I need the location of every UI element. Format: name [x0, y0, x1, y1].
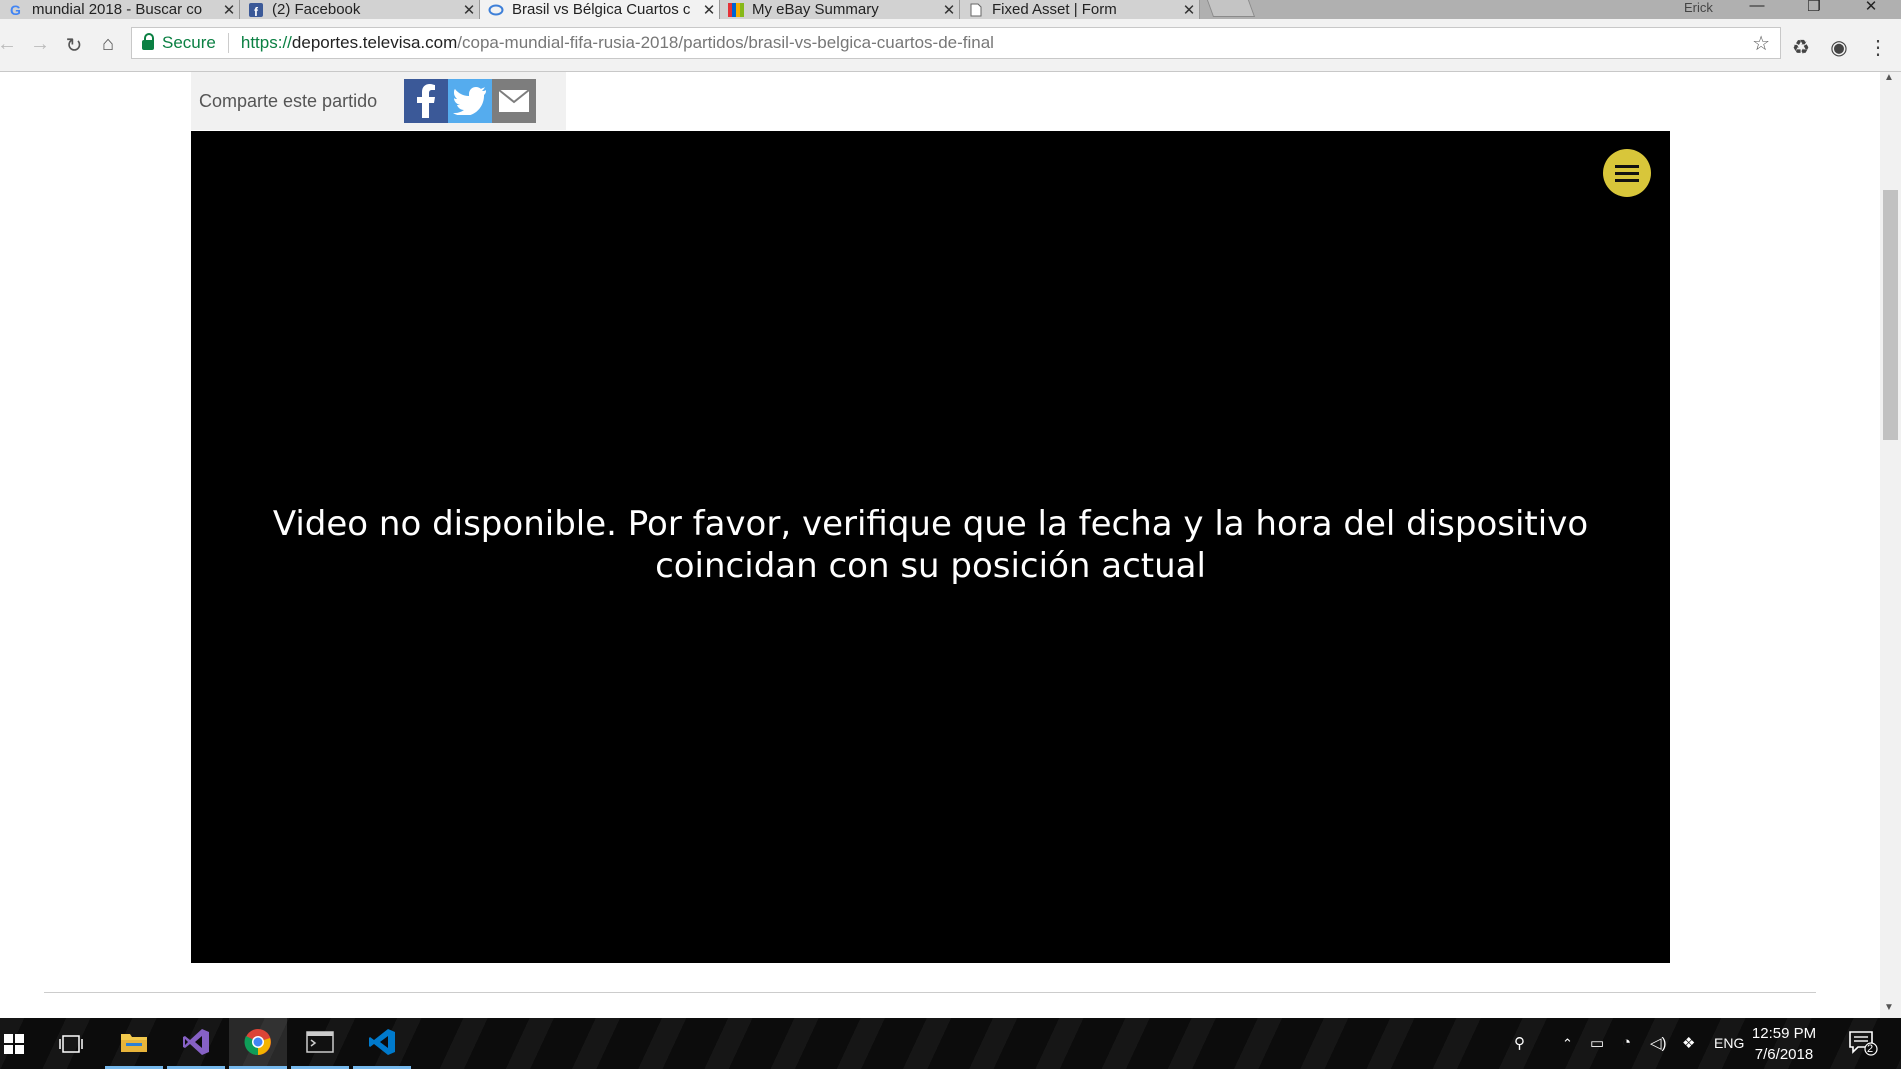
close-tab-icon[interactable]: ✕: [219, 1, 239, 19]
menu-line: [1615, 171, 1639, 175]
action-center-button[interactable]: 2: [1848, 1030, 1878, 1061]
menu-line: [1615, 178, 1639, 182]
bookmark-star-icon[interactable]: ☆: [1752, 31, 1770, 56]
tab-google-search[interactable]: G mundial 2018 - Buscar co ✕: [0, 0, 240, 19]
people-icon[interactable]: ⚲: [1514, 1034, 1525, 1052]
facebook-share-button[interactable]: [404, 79, 448, 123]
forward-icon[interactable]: →: [27, 33, 53, 56]
notification-icon: [1849, 1031, 1878, 1056]
close-tab-icon[interactable]: ✕: [939, 1, 959, 19]
secure-label: Secure: [162, 33, 216, 52]
divider: [227, 33, 229, 53]
twitter-icon: [453, 87, 486, 115]
restore-icon[interactable]: ❐: [1799, 0, 1829, 15]
task-view-button[interactable]: [42, 1018, 100, 1069]
tab-title: (2) Facebook: [272, 1, 361, 18]
task-view-icon: [59, 1034, 83, 1053]
facebook-icon: [417, 84, 435, 118]
windows-logo-icon: [4, 1033, 24, 1054]
document-icon: [968, 2, 984, 18]
terminal-button[interactable]: [291, 1018, 349, 1069]
tab-title: Brasil vs Bélgica Cuartos c: [512, 1, 691, 18]
menu-line: [1615, 164, 1639, 168]
tab-fixed-asset[interactable]: Fixed Asset | Form ✕: [960, 0, 1200, 19]
volume-icon[interactable]: ◁): [1650, 1034, 1667, 1052]
clock-time: 12:59 PM: [1751, 1025, 1817, 1042]
profile-name[interactable]: Erick: [1684, 0, 1713, 15]
vscode-icon: [369, 1029, 395, 1055]
clock[interactable]: 12:59 PM 7/6/2018: [1744, 1023, 1824, 1065]
twitter-share-button[interactable]: [448, 79, 492, 123]
scrollbar-thumb[interactable]: [1883, 190, 1898, 440]
share-bar: Comparte este partido: [191, 72, 566, 130]
minimize-icon[interactable]: —: [1742, 0, 1772, 14]
tab-ebay[interactable]: My eBay Summary ✕: [720, 0, 960, 19]
notification-count: 2: [1867, 1043, 1874, 1055]
tab-title: Fixed Asset | Form: [992, 1, 1117, 18]
dropbox-icon[interactable]: ❖: [1682, 1034, 1695, 1052]
battery-icon[interactable]: ▭: [1590, 1034, 1604, 1052]
home-icon[interactable]: ⌂: [95, 33, 121, 56]
windows-taskbar: ⚲ ⌃ ▭ ◔ ◁) ❖ ENG 12:59 PM 7/6/2018 2: [0, 1018, 1901, 1069]
vscode-button[interactable]: [353, 1018, 411, 1069]
file-explorer-button[interactable]: [105, 1018, 163, 1069]
google-icon: G: [8, 2, 24, 18]
lock-icon: [142, 33, 154, 50]
address-bar[interactable]: Secure https://deportes.televisa.com/cop…: [131, 27, 1781, 59]
browser-toolbar: ← → ↻ ⌂ Secure https://deportes.televisa…: [0, 19, 1901, 72]
email-icon: [498, 89, 530, 112]
video-unavailable-message: Video no disponible. Por favor, verifiqu…: [272, 504, 1589, 586]
close-tab-icon[interactable]: ✕: [699, 1, 719, 19]
extension-recycle-icon[interactable]: ♻: [1788, 35, 1814, 60]
url-text[interactable]: https://deportes.televisa.com/copa-mundi…: [241, 33, 994, 53]
loading-icon: [488, 2, 504, 18]
file-explorer-icon: [121, 1034, 147, 1052]
url-path: /copa-mundial-fifa-rusia-2018/partidos/b…: [457, 33, 994, 52]
ebay-icon: [728, 2, 744, 18]
tab-brasil-belgica[interactable]: Brasil vs Bélgica Cuartos c ✕: [480, 0, 720, 19]
chrome-button[interactable]: [229, 1018, 287, 1069]
close-tab-icon[interactable]: ✕: [1179, 1, 1199, 19]
language-indicator[interactable]: ENG: [1714, 1035, 1744, 1051]
new-tab-button[interactable]: [1206, 0, 1256, 17]
tab-facebook[interactable]: f (2) Facebook ✕: [240, 0, 480, 19]
url-scheme: https://: [240, 33, 292, 52]
tab-title: My eBay Summary: [752, 1, 879, 18]
close-window-icon[interactable]: ✕: [1856, 0, 1886, 15]
reload-icon[interactable]: ↻: [61, 33, 87, 58]
facebook-icon: f: [248, 2, 264, 18]
email-share-button[interactable]: [492, 79, 536, 123]
extension-circle-icon[interactable]: ◉: [1826, 35, 1852, 60]
close-tab-icon[interactable]: ✕: [459, 1, 479, 19]
terminal-icon: [306, 1031, 334, 1053]
wifi-icon[interactable]: ◔: [1622, 1034, 1631, 1051]
tab-title: mundial 2018 - Buscar co: [32, 1, 203, 18]
scroll-down-icon[interactable]: ▼: [1884, 1002, 1894, 1013]
clock-date: 7/6/2018: [1754, 1046, 1814, 1063]
divider: [44, 992, 1816, 993]
player-menu-button[interactable]: [1603, 149, 1651, 197]
share-label: Comparte este partido: [199, 90, 378, 111]
url-host: deportes.televisa.com: [291, 33, 458, 52]
tab-strip: G mundial 2018 - Buscar co ✕ f (2) Faceb…: [0, 0, 1901, 19]
chrome-icon: [244, 1029, 271, 1056]
back-icon[interactable]: ←: [0, 33, 20, 56]
svg-text:G: G: [10, 3, 21, 17]
show-hidden-icons-icon[interactable]: ⌃: [1562, 1036, 1573, 1052]
start-button[interactable]: [0, 1018, 43, 1069]
visual-studio-button[interactable]: [167, 1018, 225, 1069]
visual-studio-icon: [183, 1029, 209, 1055]
scroll-up-icon[interactable]: ▲: [1884, 72, 1894, 83]
video-player[interactable]: Video no disponible. Por favor, verifiqu…: [191, 131, 1670, 963]
menu-dots-icon[interactable]: ⋮: [1865, 35, 1891, 60]
